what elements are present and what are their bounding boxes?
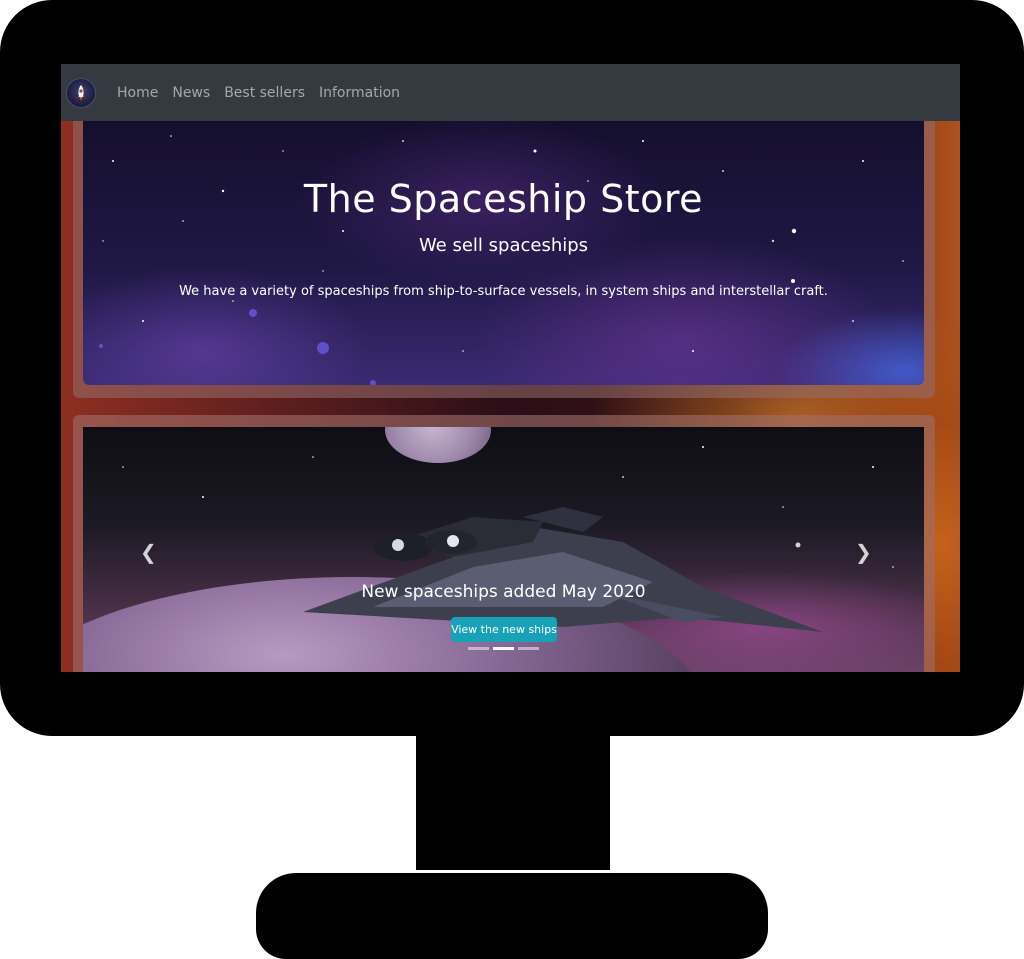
carousel: ❮ ❯ New spaceships added May 2020 View t… [83, 427, 924, 672]
nav-link-best-sellers[interactable]: Best sellers [224, 85, 305, 101]
nav-link-news[interactable]: News [172, 85, 210, 101]
chevron-right-icon[interactable]: ❯ [855, 540, 872, 564]
chevron-left-icon[interactable]: ❮ [140, 540, 157, 564]
monitor-stand-base [256, 873, 768, 959]
carousel-indicator-1[interactable] [468, 647, 489, 650]
rocket-icon[interactable] [66, 77, 96, 108]
page-title: The Spaceship Store [303, 177, 704, 221]
carousel-caption: New spaceships added May 2020 [361, 582, 646, 602]
navbar: Home News Best sellers Information [61, 64, 960, 121]
view-new-ships-button[interactable]: View the new ships [451, 617, 557, 642]
monitor-screen: Home News Best sellers Information The S… [61, 64, 960, 672]
hero-description: We have a variety of spaceships from shi… [179, 284, 828, 299]
nav-link-home[interactable]: Home [117, 85, 158, 101]
hero-subtitle: We sell spaceships [418, 235, 589, 256]
carousel-indicators [468, 647, 539, 650]
carousel-indicator-3[interactable] [518, 647, 539, 650]
nav-link-information[interactable]: Information [319, 85, 400, 101]
spaceship-image [303, 507, 823, 632]
hero-jumbotron: The Spaceship Store We sell spaceships W… [83, 121, 924, 385]
carousel-indicator-2[interactable] [493, 647, 514, 650]
nav-links: Home News Best sellers Information [117, 85, 414, 101]
monitor-stand-neck [416, 720, 610, 870]
